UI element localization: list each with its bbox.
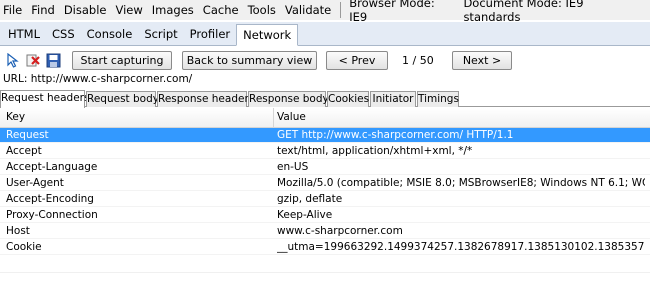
table-header: Key Value bbox=[0, 108, 650, 128]
table-row[interactable]: Request GET http://www.c-sharpcorner.com… bbox=[0, 128, 650, 143]
header-key: Accept-Language bbox=[6, 161, 98, 173]
tab-network[interactable]: Network bbox=[236, 24, 299, 46]
header-key: Cookie bbox=[6, 241, 42, 253]
header-key: Accept-Encoding bbox=[6, 193, 94, 205]
header-value: gzip, deflate bbox=[277, 193, 343, 205]
back-to-summary-button[interactable]: Back to summary view bbox=[182, 51, 317, 70]
header-value: Mozilla/5.0 (compatible; MSIE 8.0; MSBro… bbox=[277, 177, 645, 189]
detail-tab-strip: Request headers Request body Response he… bbox=[0, 90, 650, 108]
devtools-tab-strip: HTML CSS Console Script Profiler Network bbox=[0, 22, 650, 46]
network-toolbar: Start capturing Back to summary view < P… bbox=[0, 48, 650, 72]
menu-tools[interactable]: Tools bbox=[248, 3, 276, 17]
menu-validate[interactable]: Validate bbox=[285, 3, 331, 17]
tab-html[interactable]: HTML bbox=[2, 24, 46, 45]
header-value: __utma=199663292.1499374257.1382678917.1… bbox=[277, 241, 645, 253]
table-row[interactable]: User-Agent Mozilla/5.0 (compatible; MSIE… bbox=[0, 176, 650, 191]
tab-timings[interactable]: Timings bbox=[417, 91, 459, 107]
page-indicator: 1 / 50 bbox=[402, 54, 434, 67]
table-row[interactable]: Proxy-Connection Keep-Alive bbox=[0, 208, 650, 223]
headers-table: Key Value Request GET http://www.c-sharp… bbox=[0, 108, 650, 285]
tab-css[interactable]: CSS bbox=[46, 24, 81, 45]
clear-entries-icon[interactable] bbox=[24, 51, 42, 69]
menu-view[interactable]: View bbox=[115, 3, 142, 17]
empty-row-divider bbox=[0, 272, 650, 273]
header-value: Keep-Alive bbox=[277, 209, 333, 221]
menu-find[interactable]: Find bbox=[31, 3, 55, 17]
save-icon[interactable] bbox=[44, 51, 62, 69]
menu-cache[interactable]: Cache bbox=[203, 3, 239, 17]
browser-mode-menu[interactable]: Browser Mode: IE9 bbox=[349, 0, 454, 24]
column-key[interactable]: Key bbox=[6, 111, 25, 123]
table-row[interactable]: Host www.c-sharpcorner.com bbox=[0, 224, 650, 239]
menu-file[interactable]: File bbox=[3, 3, 22, 17]
menu-images[interactable]: Images bbox=[152, 3, 194, 17]
header-key: Host bbox=[6, 225, 30, 237]
tab-script[interactable]: Script bbox=[138, 24, 183, 45]
column-divider[interactable] bbox=[273, 108, 274, 128]
tab-response-body[interactable]: Response body bbox=[248, 91, 329, 107]
menu-separator bbox=[340, 2, 342, 18]
menu-bar: File Find Disable View Images Cache Tool… bbox=[0, 0, 650, 24]
prev-button[interactable]: < Prev bbox=[326, 51, 388, 70]
header-value: www.c-sharpcorner.com bbox=[277, 225, 403, 237]
menu-disable[interactable]: Disable bbox=[64, 3, 107, 17]
tab-response-headers[interactable]: Response headers bbox=[157, 91, 254, 107]
tab-cookies[interactable]: Cookies bbox=[327, 91, 369, 107]
tab-initiator[interactable]: Initiator bbox=[370, 91, 416, 107]
column-value[interactable]: Value bbox=[277, 111, 306, 123]
header-value: text/html, application/xhtml+xml, */* bbox=[277, 145, 473, 157]
table-row[interactable]: Accept-Encoding gzip, deflate bbox=[0, 192, 650, 207]
header-value: GET http://www.c-sharpcorner.com/ HTTP/1… bbox=[277, 129, 514, 141]
table-row[interactable]: Accept-Language en-US bbox=[0, 160, 650, 175]
header-key: Proxy-Connection bbox=[6, 209, 98, 221]
tab-request-headers[interactable]: Request headers bbox=[0, 90, 89, 108]
tab-request-body[interactable]: Request body bbox=[86, 91, 159, 107]
tab-profiler[interactable]: Profiler bbox=[184, 24, 237, 45]
table-row[interactable]: Cookie __utma=199663292.1499374257.13826… bbox=[0, 240, 650, 255]
header-key: Accept bbox=[6, 145, 42, 157]
header-value: en-US bbox=[277, 161, 309, 173]
header-key: Request bbox=[6, 129, 49, 141]
start-capturing-button[interactable]: Start capturing bbox=[72, 51, 172, 70]
tab-console[interactable]: Console bbox=[81, 24, 139, 45]
document-mode-menu[interactable]: Document Mode: IE9 standards bbox=[463, 0, 641, 24]
next-button[interactable]: Next > bbox=[452, 51, 512, 70]
select-element-icon[interactable] bbox=[4, 51, 22, 69]
header-key: User-Agent bbox=[6, 177, 64, 189]
request-url: URL: http://www.c-sharpcorner.com/ bbox=[3, 73, 193, 85]
table-row[interactable]: Accept text/html, application/xhtml+xml,… bbox=[0, 144, 650, 159]
